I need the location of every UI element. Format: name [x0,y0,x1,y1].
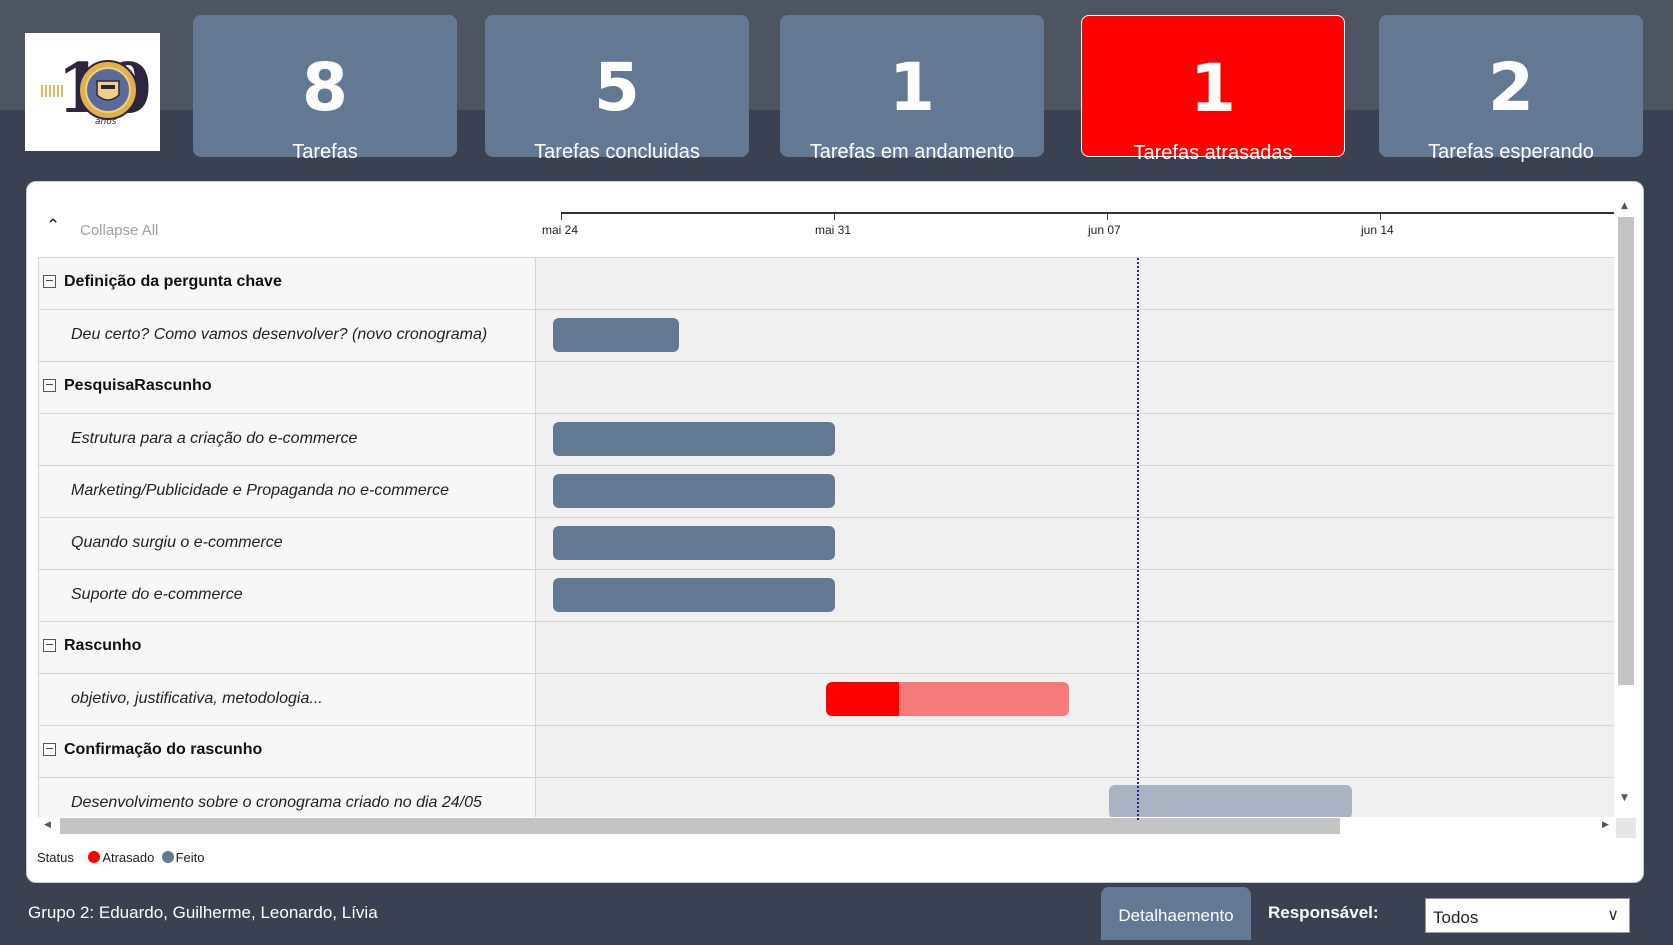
legend-dot-atrasado [88,851,101,863]
task-bar[interactable] [553,318,679,352]
logo: 10 anos [25,33,160,151]
axis-tick-label: jun 07 [1088,223,1121,237]
task-bar[interactable] [553,526,835,560]
seal-icon [78,60,138,120]
axis-tick [834,212,835,220]
kpi-card-tarefas: 8 Tarefas [193,15,457,163]
axis-tick [1380,212,1381,220]
kpi-card-em-andamento: 1 Tarefas em andamento [780,15,1044,163]
row-label-cell: Deu certo? Como vamos desenvolver? (novo… [38,310,536,362]
collapse-group-icon[interactable]: − [43,639,56,652]
task-name: Estrutura para a criação do e-commerce [71,430,358,447]
row-label-cell: Suporte do e-commerce [38,570,536,622]
kpi-label: Tarefas concluidas [534,141,700,163]
group-row: − Confirmação do rascunho [38,725,1614,778]
today-marker-line [1137,258,1139,820]
responsible-selected-value: Todos [1433,908,1479,927]
legend-dot-feito [161,851,174,863]
kpi-value: 1 [889,49,935,126]
task-name: objetivo, justificativa, metodologia... [71,690,323,707]
task-row: Quando surgiu o e-commerce [38,517,1614,570]
task-bar[interactable] [553,474,835,508]
row-label-cell: − Confirmação do rascunho [38,726,536,778]
task-name: Suporte do e-commerce [71,586,243,603]
logo-subtext: anos [95,117,117,127]
task-row: Desenvolvimento sobre o cronograma criad… [38,777,1614,817]
kpi-card-atrasadas: 1 Tarefas atrasadas [1081,15,1345,164]
vertical-scroll-thumb[interactable] [1618,217,1634,685]
group-row: − Rascunho [38,621,1614,674]
legend: Status Atrasado Feito [37,850,205,865]
task-row: Deu certo? Como vamos desenvolver? (novo… [38,309,1614,362]
row-label-cell: objetivo, justificativa, metodologia... [38,674,536,726]
kpi-label: Tarefas esperando [1428,141,1594,163]
group-name: PesquisaRascunho [64,377,212,394]
horizontal-scroll-thumb[interactable] [60,818,1340,834]
legend-label: Feito [175,850,205,865]
chevron-up-icon: ⌃ [46,216,61,236]
task-name: Desenvolvimento sobre o cronograma criad… [71,794,482,811]
row-label-cell: Quando surgiu o e-commerce [38,518,536,570]
gantt-grid: − Definição da pergunta chave Deu certo?… [38,257,1614,817]
axis-tick [1107,212,1108,220]
collapse-group-icon[interactable]: − [43,275,56,288]
axis-tick-label: jun 14 [1361,223,1394,237]
row-label-cell: − PesquisaRascunho [38,362,536,414]
collapse-all-button[interactable]: ⌃ Collapse All [38,208,536,248]
scroll-down-icon[interactable]: ▼ [1621,793,1628,803]
kpi-card-concluidas: 5 Tarefas concluidas [485,15,749,163]
group-row: − PesquisaRascunho [38,361,1614,414]
row-label-cell: Marketing/Publicidade e Propaganda no e-… [38,466,536,518]
task-bar[interactable] [1109,785,1352,817]
row-label-cell: Desenvolvimento sobre o cronograma criad… [38,778,536,817]
axis-tick-label: mai 31 [815,223,852,237]
task-row: Suporte do e-commerce [38,569,1614,622]
row-label-cell: − Rascunho [38,622,536,674]
axis-tick-label: mai 24 [542,223,579,237]
legend-label: Atrasado [102,850,155,865]
collapse-group-icon[interactable]: − [43,743,56,756]
timeline-axis [561,193,1614,214]
scrollbar-corner [1616,818,1636,838]
vertical-scrollbar[interactable]: ▲ ▼ [1616,201,1634,803]
kpi-label: Tarefas atrasadas [1133,142,1293,164]
scroll-up-icon[interactable]: ▲ [1621,201,1628,211]
axis-tick [561,212,562,220]
task-bar[interactable] [826,682,1069,716]
task-name: Quando surgiu o e-commerce [71,534,283,551]
row-label-cell: − Definição da pergunta chave [38,258,536,310]
task-bar[interactable] [553,578,835,612]
kpi-card-esperando: 2 Tarefas esperando [1379,15,1643,163]
task-row: Estrutura para a criação do e-commerce [38,413,1614,466]
kpi-label: Tarefas em andamento [809,141,1015,163]
row-label-cell: Estrutura para a criação do e-commerce [38,414,536,466]
group-row: − Definição da pergunta chave [38,257,1614,310]
task-name: Deu certo? Como vamos desenvolver? (novo… [71,326,488,343]
detail-button[interactable]: Detalhaemento [1101,887,1251,940]
group-name: Rascunho [64,637,142,654]
collapse-group-icon[interactable]: − [43,379,56,392]
task-row: objetivo, justificativa, metodologia... [38,673,1614,726]
group-name: Confirmação do rascunho [64,741,263,758]
kpi-value: 8 [302,49,348,126]
responsible-dropdown[interactable]: Todos ∨ [1425,898,1630,933]
kpi-value: 2 [1488,49,1534,126]
group-members-text: Grupo 2: Eduardo, Guilherme, Leonardo, L… [28,903,378,922]
task-name: Marketing/Publicidade e Propaganda no e-… [71,482,449,499]
chevron-down-icon: ∨ [1607,905,1619,924]
scroll-left-icon[interactable]: ◀ [44,820,51,830]
gantt-panel: ⌃ Collapse All mai 24 mai 31 jun 07 jun … [26,181,1644,883]
legend-title: Status [37,850,74,865]
kpi-value: 5 [594,49,640,126]
responsible-label: Responsável: [1268,903,1379,922]
task-bar[interactable] [553,422,835,456]
scroll-right-icon[interactable]: ▶ [1602,820,1609,830]
group-name: Definição da pergunta chave [64,273,282,290]
kpi-label: Tarefas [292,141,358,163]
kpi-value: 1 [1190,50,1236,127]
horizontal-scrollbar[interactable]: ◀ ▶ [38,818,1614,834]
task-row: Marketing/Publicidade e Propaganda no e-… [38,465,1614,518]
collapse-all-label: Collapse All [80,222,159,239]
